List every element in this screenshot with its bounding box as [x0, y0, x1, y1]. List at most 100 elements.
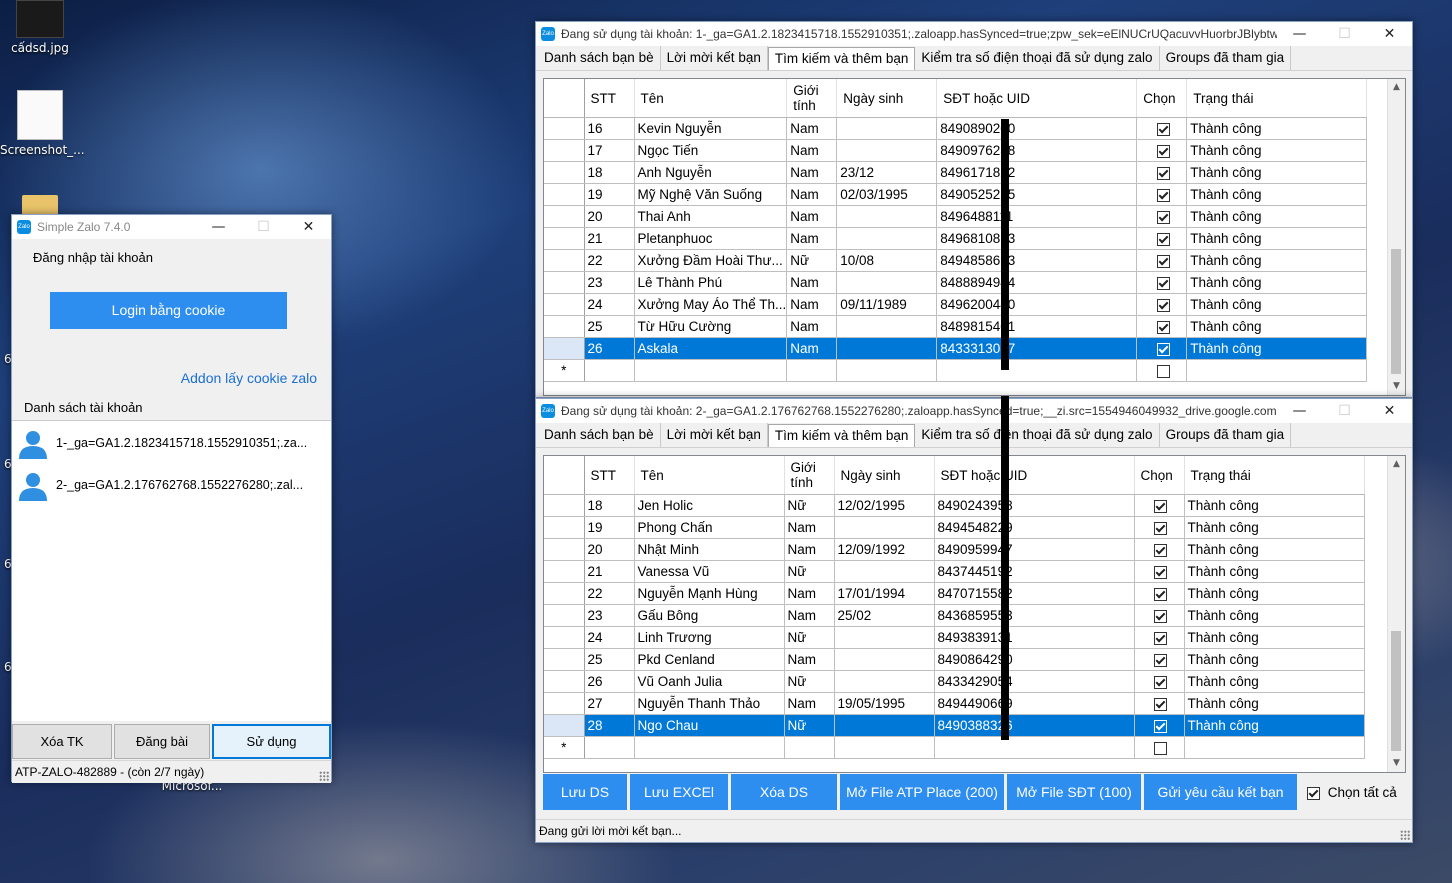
cell-phone[interactable]: 8437445192	[934, 560, 1135, 583]
cell-name[interactable]: Xưởng May Áo Thể Th...	[634, 293, 788, 316]
cell-stt[interactable]: 24	[584, 293, 635, 316]
cell-phone[interactable]: 8490976288	[936, 139, 1138, 162]
tab-joined-groups[interactable]: Groups đã tham gia	[1160, 423, 1292, 447]
cell-gender[interactable]: Nam	[784, 516, 835, 539]
cell-gender[interactable]: Nam	[786, 293, 838, 316]
cell-status[interactable]: Thành công	[1184, 494, 1365, 517]
cell-status[interactable]: Thành công	[1186, 337, 1368, 360]
cell-gender[interactable]: Nam	[786, 139, 838, 162]
cell-stt[interactable]: 24	[584, 626, 635, 649]
cell-select[interactable]	[1136, 315, 1188, 338]
cell-dob[interactable]	[836, 337, 938, 360]
save-excel-button[interactable]: Lưu EXCEl	[630, 774, 728, 810]
minimize-icon[interactable]: —	[1277, 399, 1322, 423]
checkbox-icon[interactable]	[1156, 166, 1170, 180]
cell-name[interactable]: Pletanphuoc	[634, 227, 788, 250]
checkbox-icon[interactable]	[1154, 543, 1167, 557]
row-header[interactable]	[544, 538, 585, 561]
cell-stt[interactable]: 16	[584, 117, 635, 140]
tab-search-add-friends[interactable]: Tìm kiếm và thêm bạn	[767, 47, 916, 70]
empty-cell[interactable]	[836, 359, 938, 382]
cell-status[interactable]: Thành công	[1184, 692, 1365, 715]
checkbox-icon[interactable]	[1154, 675, 1167, 689]
cell-select[interactable]	[1136, 271, 1188, 294]
cell-gender[interactable]: Nam	[786, 205, 838, 228]
cell-status[interactable]: Thành công	[1184, 582, 1365, 605]
cell-phone[interactable]: 8488894944	[936, 271, 1138, 294]
cell-status[interactable]: Thành công	[1184, 626, 1365, 649]
cell-select[interactable]	[1134, 714, 1185, 737]
addon-cookie-link[interactable]: Addon lấy cookie zalo	[181, 370, 317, 386]
tab-check-phone-zalo[interactable]: Kiểm tra số điện thoại đã sử dụng zalo	[915, 46, 1160, 70]
cell-stt[interactable]: 25	[584, 648, 635, 671]
cell-select[interactable]	[1136, 293, 1188, 316]
cell-name[interactable]: Kevin Nguyễn	[634, 117, 788, 140]
checkbox-icon[interactable]	[1156, 144, 1170, 158]
table-row[interactable]: 18 Jen Holic Nữ 12/02/1995 8490243958 Thành c…	[544, 494, 1365, 517]
row-header[interactable]	[544, 315, 585, 338]
cell-dob[interactable]: 23/12	[836, 161, 938, 184]
cell-status[interactable]: Thành công	[1186, 227, 1368, 250]
cell-status[interactable]: Thành công	[1184, 714, 1365, 737]
cell-name[interactable]: Phong Chấn	[634, 516, 785, 539]
cell-stt[interactable]: 21	[584, 227, 635, 250]
minimize-icon[interactable]: —	[1277, 22, 1322, 46]
cell-select[interactable]	[1134, 494, 1185, 517]
cell-name[interactable]: Từ Hữu Cường	[634, 315, 788, 338]
cell-dob[interactable]	[836, 315, 938, 338]
checkbox-icon[interactable]	[1156, 298, 1170, 312]
cell-select[interactable]	[1134, 648, 1185, 671]
row-header[interactable]	[544, 337, 585, 360]
column-header-name[interactable]: Tên	[634, 79, 788, 118]
cell-name[interactable]: Nguyễn Thanh Thảo	[634, 692, 785, 715]
empty-cell[interactable]	[634, 359, 788, 382]
cell-phone[interactable]: 8490864290	[934, 648, 1135, 671]
table-row[interactable]: 20 Thai Anh Nam 8496488111 Thành công	[544, 205, 1368, 228]
cell-phone[interactable]: 8436859553	[934, 604, 1135, 627]
minimize-icon[interactable]: —	[196, 215, 241, 239]
cell-dob[interactable]: 02/03/1995	[836, 183, 938, 206]
table-row[interactable]: 21 Pletanphuoc Nam 8496810813 Thành công	[544, 227, 1368, 250]
cell-select[interactable]	[1134, 604, 1185, 627]
column-header-gender[interactable]: Giới tính	[784, 456, 835, 495]
cell-name[interactable]: Ngo Chau	[634, 714, 785, 737]
row-header[interactable]	[544, 626, 585, 649]
table-row[interactable]: 27 Nguyễn Thanh Thảo Nam 19/05/1995 84944906…	[544, 692, 1365, 715]
vertical-scrollbar[interactable]: ▲ ▼	[1387, 79, 1405, 395]
checkbox-icon[interactable]	[1154, 741, 1167, 755]
cell-phone[interactable]: 8493839131	[934, 626, 1135, 649]
table-row[interactable]: 24 Xưởng May Áo Thể Th... Nam 09/11/1989 849…	[544, 293, 1368, 316]
table-row[interactable]: 23 Lê Thành Phú Nam 8488894944 Thành công	[544, 271, 1368, 294]
delete-list-button[interactable]: Xóa DS	[731, 774, 837, 810]
cell-name[interactable]: Anh Nguyễn	[634, 161, 788, 184]
cell-dob[interactable]: 19/05/1995	[834, 692, 935, 715]
account-item[interactable]: 2-_ga=GA1.2.176762768.1552276280;.zal...	[16, 469, 326, 503]
cell-phone[interactable]: 8496810813	[936, 227, 1138, 250]
cell-dob[interactable]	[836, 117, 938, 140]
cell-name[interactable]: Lê Thành Phú	[634, 271, 788, 294]
cell-dob[interactable]: 12/09/1992	[834, 538, 935, 561]
cell-status[interactable]: Thành công	[1184, 604, 1365, 627]
row-header[interactable]	[544, 648, 585, 671]
row-header[interactable]	[544, 161, 585, 184]
table-row[interactable]: 17 Ngọc Tiến Nam 8490976288 Thành công	[544, 139, 1368, 162]
cell-phone[interactable]: 8496488111	[936, 205, 1138, 228]
close-icon[interactable]: ✕	[286, 215, 331, 239]
row-header[interactable]	[544, 494, 585, 517]
cell-gender[interactable]: Nam	[784, 692, 835, 715]
table-row[interactable]: 26 Askala Nam 8433313087 Thành công	[544, 337, 1368, 360]
cell-dob[interactable]: 09/11/1989	[836, 293, 938, 316]
checkbox-icon[interactable]	[1156, 276, 1170, 290]
tab-joined-groups[interactable]: Groups đã tham gia	[1160, 46, 1292, 70]
cell-stt[interactable]: 23	[584, 604, 635, 627]
checkbox-icon[interactable]	[1156, 210, 1170, 224]
column-header-gender[interactable]: Giới tính	[786, 79, 838, 118]
window-1-titlebar[interactable]: Zalo Đang sử dụng tài khoản: 1-_ga=GA1.2…	[536, 22, 1412, 46]
row-header[interactable]	[544, 183, 585, 206]
cell-stt[interactable]: 26	[584, 670, 635, 693]
post-button[interactable]: Đăng bài	[114, 724, 210, 759]
cell-stt[interactable]: 25	[584, 315, 635, 338]
cell-gender[interactable]: Nam	[786, 183, 838, 206]
row-header[interactable]	[544, 516, 585, 539]
cell-status[interactable]: Thành công	[1184, 516, 1365, 539]
